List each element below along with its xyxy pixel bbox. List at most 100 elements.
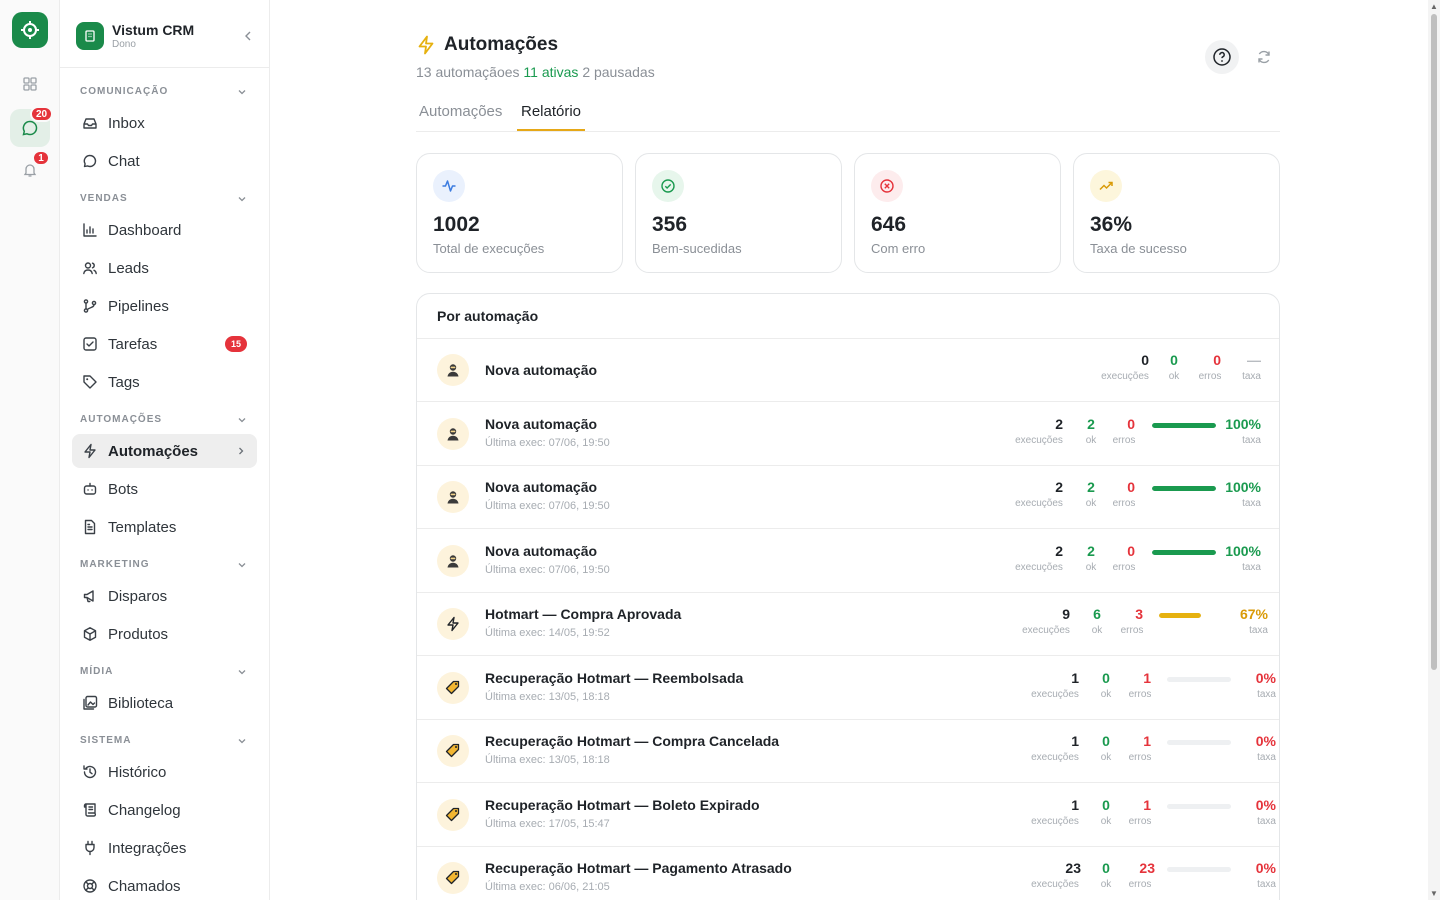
ok-stat: 2 ok xyxy=(1083,543,1099,575)
automation-row[interactable]: Nova automação 0 execuções 0 ok 0 erros … xyxy=(417,339,1279,402)
executions-stat: 2 execuções xyxy=(1011,479,1067,511)
chevron-down-icon[interactable] xyxy=(236,86,248,101)
page-scrollbar[interactable]: ▲ ▼ xyxy=(1428,0,1440,900)
executions-label: execuções xyxy=(1101,371,1149,382)
success-rate-bar xyxy=(1167,803,1231,809)
section-header-comunicacao[interactable]: COMUNICAÇÃO xyxy=(80,86,250,100)
rate-value: — xyxy=(1247,352,1261,368)
sidebar-item-leads[interactable]: Leads xyxy=(72,251,257,285)
stat-card-total: 1002 Total de execuções xyxy=(416,153,623,273)
rate-value: 67% xyxy=(1239,606,1268,622)
stat-value: 36% xyxy=(1090,213,1133,236)
executions-stat: 23 execuções xyxy=(1027,860,1083,892)
errors-value: 0 xyxy=(1127,479,1135,495)
success-rate-fill xyxy=(1159,613,1201,618)
sidebar-item-chamados[interactable]: Chamados xyxy=(72,869,257,900)
automation-row[interactable]: Recuperação Hotmart — Boleto Expirado Úl… xyxy=(417,784,1279,847)
org-role: Dono xyxy=(112,38,136,50)
automation-row[interactable]: Recuperação Hotmart — Compra Cancelada Ú… xyxy=(417,720,1279,783)
collapse-sidebar-icon[interactable] xyxy=(240,28,256,44)
errors-label: erros xyxy=(1112,561,1136,573)
rate-value: 0% xyxy=(1255,796,1276,813)
rate-label: taxa xyxy=(1242,434,1261,446)
refresh-icon xyxy=(1258,50,1270,64)
robot-icon xyxy=(437,544,469,577)
executions-label: execuções xyxy=(1031,879,1079,890)
executions-stat: 2 execuções xyxy=(1011,416,1067,448)
automation-row[interactable]: Nova automação Última exec: 07/06, 19:50… xyxy=(417,530,1279,593)
automation-row[interactable]: Recuperação Hotmart — Reembolsada Última… xyxy=(417,657,1279,720)
scrollbar-thumb[interactable] xyxy=(1431,14,1437,670)
ok-label: ok xyxy=(1085,498,1097,509)
refresh-button[interactable] xyxy=(1247,40,1281,74)
rate-stat: 100% taxa xyxy=(1217,543,1261,575)
tabs: Automações Relatório xyxy=(416,102,1280,132)
ok-stat: 0 ok xyxy=(1098,860,1114,892)
help-button[interactable] xyxy=(1205,40,1239,74)
sidebar-item-templates[interactable]: Templates xyxy=(72,510,257,544)
errors-value: 0 xyxy=(1127,415,1135,432)
bot-icon xyxy=(82,481,98,497)
section-header-vendas[interactable]: VENDAS xyxy=(80,193,250,207)
sidebar-item-disparos[interactable]: Disparos xyxy=(72,579,257,613)
chevron-down-icon[interactable] xyxy=(236,193,248,208)
section-header-midia[interactable]: MÍDIA xyxy=(80,666,250,680)
errors-value: 1 xyxy=(1143,733,1151,749)
executions-stat: 1 execuções xyxy=(1027,733,1083,765)
sidebar-item-bots[interactable]: Bots xyxy=(72,472,257,506)
report-title: Por automação xyxy=(437,308,539,324)
scroll-down-icon[interactable]: ▼ xyxy=(1430,889,1438,898)
tab-relatorio[interactable]: Relatório xyxy=(517,102,586,131)
sidebar-item-biblioteca[interactable]: Biblioteca xyxy=(72,686,257,720)
section-header-automacoes[interactable]: AUTOMAÇÕES xyxy=(80,414,250,428)
tab-automacoes[interactable]: Automações xyxy=(419,102,502,131)
section-header-marketing[interactable]: MARKETING xyxy=(80,559,250,573)
chevron-down-icon[interactable] xyxy=(236,735,248,750)
sidebar-item-historico[interactable]: Histórico xyxy=(72,755,257,789)
executions-value: 1 xyxy=(1071,669,1079,686)
rate-label: taxa xyxy=(1242,371,1261,382)
section-title: MARKETING xyxy=(80,559,150,570)
automation-row[interactable]: Nova automação Última exec: 07/06, 19:50… xyxy=(417,403,1279,466)
automations-paused: 2 pausadas xyxy=(582,64,655,80)
sidebar-item-integracoes[interactable]: Integrações xyxy=(72,831,257,865)
target-icon[interactable] xyxy=(12,12,48,48)
ok-stat: 2 ok xyxy=(1083,416,1099,448)
chevron-down-icon[interactable] xyxy=(236,559,248,574)
grid-icon[interactable] xyxy=(10,65,50,103)
sidebar-item-produtos[interactable]: Produtos xyxy=(72,617,257,651)
section-header-sistema[interactable]: SISTEMA xyxy=(80,735,250,749)
sidebar-item-dashboard[interactable]: Dashboard xyxy=(72,213,257,247)
ok-stat: 0 ok xyxy=(1166,352,1182,384)
sidebar-item-label: Integrações xyxy=(108,839,187,857)
errors-label: erros xyxy=(1198,371,1222,382)
automations-active: 11 ativas xyxy=(523,64,579,80)
scroll-up-icon[interactable]: ▲ xyxy=(1430,2,1438,11)
sidebar-item-label: Tags xyxy=(108,373,140,391)
sidebar-item-pipelines[interactable]: Pipelines xyxy=(72,289,257,323)
automation-row[interactable]: Recuperação Hotmart — Pagamento Atrasado… xyxy=(417,847,1279,900)
section-title: SISTEMA xyxy=(80,735,132,746)
automation-row[interactable]: Nova automação Última exec: 07/06, 19:50… xyxy=(417,466,1279,529)
sidebar-item-tarefas[interactable]: Tarefas 15 xyxy=(72,327,257,361)
trending-up-icon xyxy=(1090,170,1122,202)
automation-row[interactable]: Hotmart — Compra Aprovada Última exec: 1… xyxy=(417,593,1279,656)
last-execution: Última exec: 13/05, 18:18 xyxy=(485,690,610,703)
errors-stat: 1 erros xyxy=(1125,797,1155,829)
chevron-down-icon[interactable] xyxy=(236,414,248,429)
sidebar-item-chat[interactable]: Chat xyxy=(72,144,257,178)
sidebar-item-tags[interactable]: Tags xyxy=(72,365,257,399)
errors-value: 1 xyxy=(1143,669,1151,686)
notifications-badge: 1 xyxy=(32,150,50,166)
executions-label: execuções xyxy=(1031,752,1079,763)
chevron-down-icon[interactable] xyxy=(236,666,248,681)
plug-icon xyxy=(82,840,98,856)
errors-stat: 1 erros xyxy=(1125,670,1155,702)
sidebar-item-automacoes[interactable]: Automações xyxy=(72,434,257,468)
sidebar-item-changelog[interactable]: Changelog xyxy=(72,793,257,827)
tag-icon xyxy=(437,735,469,767)
ok-value: 0 xyxy=(1102,796,1110,813)
ok-label: ok xyxy=(1091,625,1103,636)
org-switcher[interactable]: Vistum CRM Dono xyxy=(76,14,256,58)
sidebar-item-inbox[interactable]: Inbox xyxy=(72,106,257,140)
